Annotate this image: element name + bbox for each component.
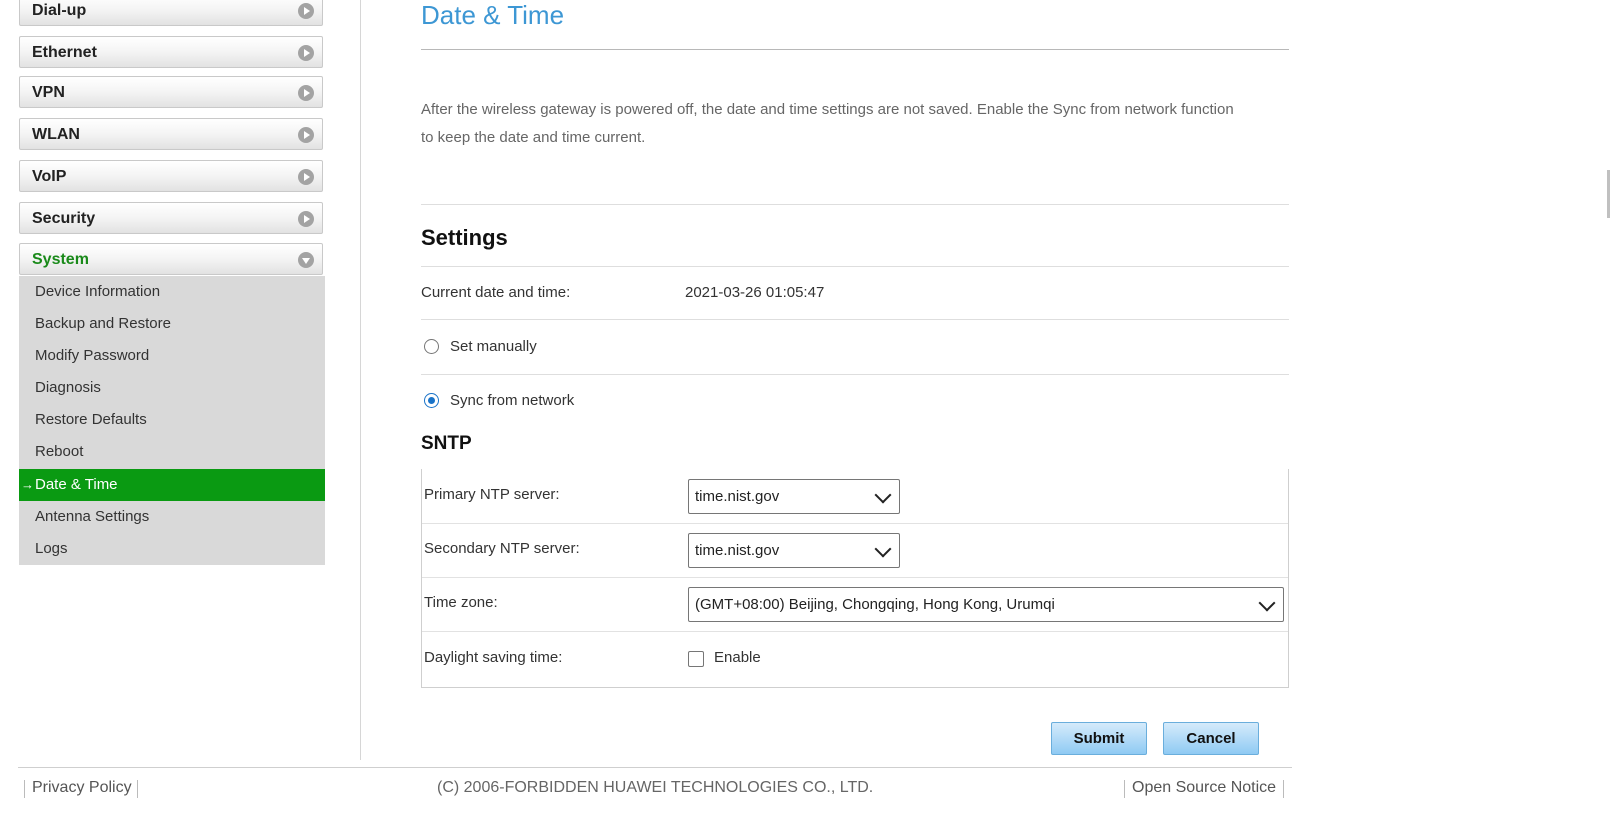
- divider: [421, 319, 1289, 320]
- footer-separator: [137, 780, 138, 798]
- page-description: After the wireless gateway is powered of…: [421, 101, 1234, 146]
- primary-ntp-select[interactable]: time.nist.gov: [688, 479, 900, 514]
- menu-security[interactable]: Security: [19, 202, 323, 234]
- secondary-ntp-select[interactable]: time.nist.gov: [688, 533, 900, 568]
- submenu-label: Reboot: [35, 443, 84, 460]
- cancel-button[interactable]: Cancel: [1163, 722, 1259, 755]
- submenu-label: Modify Password: [35, 347, 150, 364]
- menu-ethernet[interactable]: Ethernet: [19, 36, 323, 68]
- submenu-label: Restore Defaults: [35, 411, 147, 428]
- current-datetime-label: Current date and time:: [421, 284, 571, 301]
- menu-label: VoIP: [32, 168, 67, 185]
- set-manually-label[interactable]: Set manually: [450, 338, 537, 355]
- select-value: (GMT+08:00) Beijing, Chongqing, Hong Kon…: [695, 596, 1055, 613]
- menu-label: Ethernet: [32, 44, 97, 61]
- privacy-policy-link[interactable]: Privacy Policy: [32, 779, 132, 797]
- menu-label: Dial-up: [32, 2, 87, 19]
- system-submenu: Device Information Backup and Restore Mo…: [19, 276, 325, 565]
- select-value: time.nist.gov: [695, 488, 780, 505]
- submenu-label: Device Information: [35, 283, 161, 300]
- chevron-right-icon: [298, 3, 314, 19]
- submenu-diagnosis[interactable]: Diagnosis: [19, 372, 325, 404]
- menu-label: WLAN: [32, 126, 80, 143]
- row-divider: [422, 577, 1288, 578]
- chevron-down-icon: [1258, 594, 1276, 612]
- select-value: time.nist.gov: [695, 542, 780, 559]
- menu-dial-up[interactable]: Dial-up: [19, 0, 323, 26]
- chevron-down-icon: [298, 252, 314, 268]
- row-divider: [422, 631, 1288, 632]
- submit-button[interactable]: Submit: [1051, 722, 1147, 755]
- menu-vpn[interactable]: VPN: [19, 76, 323, 108]
- divider: [421, 266, 1289, 267]
- chevron-right-icon: [298, 127, 314, 143]
- menu-label: Security: [32, 210, 96, 227]
- copyright-text: (C) 2006-FORBIDDEN HUAWEI TECHNOLOGIES C…: [437, 779, 874, 796]
- submenu-label: Antenna Settings: [35, 508, 150, 525]
- submenu-backup-restore[interactable]: Backup and Restore: [19, 308, 325, 340]
- submenu-label: Diagnosis: [35, 379, 101, 396]
- current-datetime-value: 2021-03-26 01:05:47: [685, 284, 825, 301]
- submenu-restore-defaults[interactable]: Restore Defaults: [19, 404, 325, 436]
- footer-divider: [18, 767, 1292, 768]
- footer-separator: [1124, 780, 1125, 798]
- submenu-label: Date & Time: [35, 476, 118, 493]
- dst-label: Daylight saving time:: [424, 649, 563, 666]
- submenu-label: Logs: [35, 540, 68, 557]
- sntp-title: SNTP: [421, 433, 472, 454]
- dst-enable-checkbox[interactable]: [688, 651, 704, 667]
- chevron-right-icon: [298, 85, 314, 101]
- chevron-right-icon: [298, 211, 314, 227]
- open-source-notice-link[interactable]: Open Source Notice: [1132, 779, 1276, 797]
- chevron-down-icon: [874, 486, 892, 504]
- timezone-label: Time zone:: [424, 594, 498, 611]
- submenu-date-time[interactable]: → Date & Time: [19, 469, 325, 501]
- arrow-right-icon: →: [21, 477, 34, 492]
- menu-system[interactable]: System: [19, 243, 323, 275]
- sntp-table: Primary NTP server: time.nist.gov Second…: [421, 469, 1289, 688]
- sync-network-radio[interactable]: [424, 393, 439, 408]
- footer-separator: [24, 780, 25, 798]
- submenu-antenna-settings[interactable]: Antenna Settings: [19, 501, 325, 533]
- scrollbar-thumb[interactable]: [1607, 170, 1610, 218]
- primary-ntp-label: Primary NTP server:: [424, 486, 560, 503]
- chevron-down-icon: [874, 540, 892, 558]
- set-manually-radio[interactable]: [424, 339, 439, 354]
- sidebar-divider: [360, 0, 361, 760]
- chevron-right-icon: [298, 45, 314, 61]
- secondary-ntp-label: Secondary NTP server:: [424, 540, 580, 557]
- sync-network-label[interactable]: Sync from network: [450, 392, 574, 409]
- page-title: Date & Time: [421, 0, 565, 30]
- divider: [421, 204, 1289, 205]
- menu-label: VPN: [32, 84, 65, 101]
- submenu-reboot[interactable]: Reboot: [19, 436, 325, 468]
- divider: [421, 374, 1289, 375]
- menu-voip[interactable]: VoIP: [19, 160, 323, 192]
- chevron-right-icon: [298, 169, 314, 185]
- footer-separator: [1283, 780, 1284, 798]
- timezone-select[interactable]: (GMT+08:00) Beijing, Chongqing, Hong Kon…: [688, 587, 1284, 622]
- title-divider: [421, 49, 1289, 50]
- submenu-label: Backup and Restore: [35, 315, 171, 332]
- row-divider: [422, 523, 1288, 524]
- menu-label: System: [32, 251, 89, 268]
- menu-wlan[interactable]: WLAN: [19, 118, 323, 150]
- settings-title: Settings: [421, 225, 508, 250]
- submenu-device-information[interactable]: Device Information: [19, 276, 325, 308]
- dst-enable-label[interactable]: Enable: [714, 649, 761, 666]
- submenu-logs[interactable]: Logs: [19, 533, 325, 565]
- submenu-modify-password[interactable]: Modify Password: [19, 340, 325, 372]
